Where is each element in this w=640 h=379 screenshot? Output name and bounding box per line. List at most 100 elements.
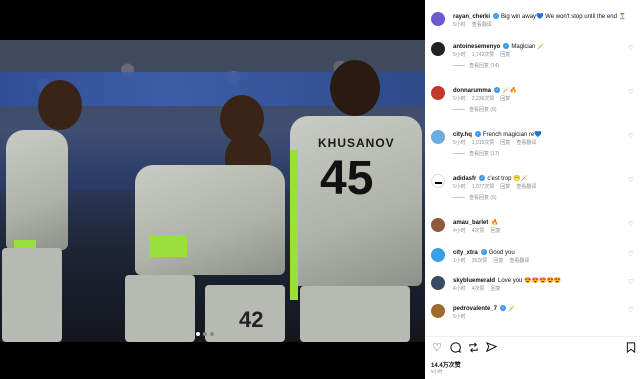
comment-text: French magician re💙 — [482, 132, 542, 138]
verified-icon: ✓ — [503, 43, 510, 50]
verified-icon: ✓ — [480, 249, 487, 256]
comment-text: 🪄 — [508, 306, 516, 312]
view-replies-link[interactable]: 查看回复 (9) — [453, 106, 497, 113]
heart-icon[interactable]: ♡ — [628, 45, 634, 52]
comment-likes[interactable]: 1,077次赞 — [472, 184, 495, 190]
verified-icon: ✓ — [493, 13, 500, 20]
repost-icon[interactable] — [467, 342, 479, 354]
comment-item: city_xtra ✓ Good you 1小时 35次赞 回复 查看翻译 ♡ — [431, 248, 636, 272]
comment-text: c'est trop 😁🪄 — [487, 176, 529, 182]
translate-link[interactable]: 查看翻译 — [472, 22, 492, 28]
view-replies-link[interactable]: 查看回复 (5) — [453, 194, 497, 201]
comment-item: amau_barlet 🔥 4小时 4次赞 回复 ♡ — [431, 218, 636, 242]
comment-username[interactable]: city.hq — [453, 132, 472, 138]
comment-username[interactable]: city_xtra — [453, 250, 478, 256]
comment-text: Love you 😍😍😍😍😍 — [498, 278, 562, 284]
avatar[interactable] — [431, 42, 445, 56]
comment-time: 4小时 — [453, 228, 466, 234]
avatar[interactable] — [431, 86, 445, 100]
comment-time: 5小时 — [453, 140, 466, 146]
player-right: KHUSANOV 45 — [290, 60, 425, 342]
verified-icon: ✓ — [479, 175, 486, 182]
comment-username[interactable]: antoinesemenyo — [453, 44, 500, 50]
comment-text: Magician 🪄 — [511, 44, 545, 50]
comment-likes[interactable]: 4次赞 — [472, 286, 485, 292]
avatar[interactable] — [431, 174, 445, 188]
heart-icon[interactable]: ♡ — [431, 342, 443, 354]
verified-icon: ✓ — [500, 305, 507, 312]
verified-icon: ✓ — [494, 87, 501, 94]
comment-time: 5小时 — [453, 52, 466, 58]
carousel-dots[interactable] — [196, 332, 214, 336]
comment-icon[interactable] — [449, 342, 461, 354]
comment-username[interactable]: rayan_cherki — [453, 14, 490, 20]
translate-link[interactable]: 查看翻译 — [516, 184, 536, 190]
avatar[interactable] — [431, 304, 445, 318]
avatar[interactable] — [431, 276, 445, 290]
reply-button[interactable]: 回复 — [491, 286, 501, 292]
comment-username[interactable]: pedrovalente_7 — [453, 306, 497, 312]
comment-time: 4小时 — [453, 286, 466, 292]
post-photo: 42 KHUSANOV 45 — [0, 40, 425, 342]
heart-icon[interactable]: ♡ — [628, 307, 634, 314]
comment-item: skybluemerald Love you 😍😍😍😍😍 4小时 4次赞 回复 ♡ — [431, 276, 636, 300]
reply-button[interactable]: 回复 — [500, 96, 510, 102]
jersey-name: KHUSANOV — [318, 136, 395, 150]
comment-likes[interactable]: 2,236次赞 — [472, 96, 495, 102]
comment-likes[interactable]: 1,742次赞 — [472, 52, 495, 58]
heart-icon[interactable]: ♡ — [628, 177, 634, 184]
post-time: 5小时 — [431, 369, 443, 374]
comment-username[interactable]: skybluemerald — [453, 278, 495, 284]
share-icon[interactable] — [485, 341, 497, 354]
comment-time: 5小时 — [453, 96, 466, 102]
avatar[interactable] — [431, 12, 445, 26]
post-likes-count[interactable]: 14.4万次赞 — [431, 360, 461, 369]
translate-link[interactable]: 查看翻译 — [516, 140, 536, 146]
comment-text: Good you — [488, 250, 515, 256]
heart-icon[interactable]: ♡ — [628, 89, 634, 96]
avatar[interactable] — [431, 248, 445, 262]
comment-username[interactable]: amau_barlet — [453, 220, 488, 226]
comment-username[interactable]: adidasfr — [453, 176, 476, 182]
comment-item: adidasfr ✓ c'est trop 😁🪄 5小时 1,077次赞 回复 查看翻译 … — [431, 174, 636, 208]
reply-button[interactable]: 回复 — [500, 184, 510, 190]
comment-item: city.hq ✓ French magician re💙 5小时 1,015次赞 回复… — [431, 130, 636, 164]
comment-likes[interactable]: 35次赞 — [472, 258, 488, 264]
avatar[interactable] — [431, 218, 445, 232]
comment-item: pedrovalente_7 ✓ 🪄 5小时 ♡ — [431, 304, 636, 328]
comment-time: 5小时 — [453, 184, 466, 190]
comment-item: antoinesemenyo ✓ Magician 🪄 5小时 1,742次赞 回复 查… — [431, 42, 636, 76]
bookmark-icon[interactable] — [625, 342, 637, 354]
verified-icon: ✓ — [474, 131, 481, 138]
reply-button[interactable]: 回复 — [500, 52, 510, 58]
shorts-number: 42 — [239, 307, 264, 332]
carousel-dot[interactable] — [203, 332, 207, 336]
player-left — [0, 80, 82, 342]
heart-icon[interactable]: ♡ — [628, 221, 634, 228]
divider — [425, 336, 640, 337]
comment-username[interactable]: donnarumma — [453, 88, 491, 94]
comment-time: 5小时 — [453, 22, 466, 28]
comment-text: 🔥 — [491, 220, 499, 226]
heart-icon[interactable]: ♡ — [628, 279, 634, 286]
comment-text: 🪄🔥 — [502, 88, 517, 94]
view-replies-link[interactable]: 查看回复 (17) — [453, 150, 499, 157]
comment-text: Big win away💙 We won't stop until the en… — [501, 14, 627, 20]
avatar[interactable] — [431, 130, 445, 144]
post-media[interactable]: 42 KHUSANOV 45 — [0, 0, 425, 379]
heart-icon[interactable]: ♡ — [628, 133, 634, 140]
carousel-dot[interactable] — [196, 332, 200, 336]
comment-time: 1小时 — [453, 258, 466, 264]
reply-button[interactable]: 回复 — [491, 228, 501, 234]
comment-likes[interactable]: 1,015次赞 — [472, 140, 495, 146]
reply-button[interactable]: 回复 — [500, 140, 510, 146]
comments-panel: rayan_cherki ✓ Big win away💙 We won't stop… — [425, 0, 640, 379]
carousel-dot[interactable] — [210, 332, 214, 336]
heart-icon[interactable]: ♡ — [628, 251, 634, 258]
translate-link[interactable]: 查看翻译 — [509, 258, 529, 264]
reply-button[interactable]: 回复 — [493, 258, 503, 264]
jersey-number: 45 — [320, 152, 374, 205]
view-replies-link[interactable]: 查看回复 (14) — [453, 62, 499, 69]
comment-time: 5小时 — [453, 314, 466, 320]
comment-likes[interactable]: 4次赞 — [472, 228, 485, 234]
